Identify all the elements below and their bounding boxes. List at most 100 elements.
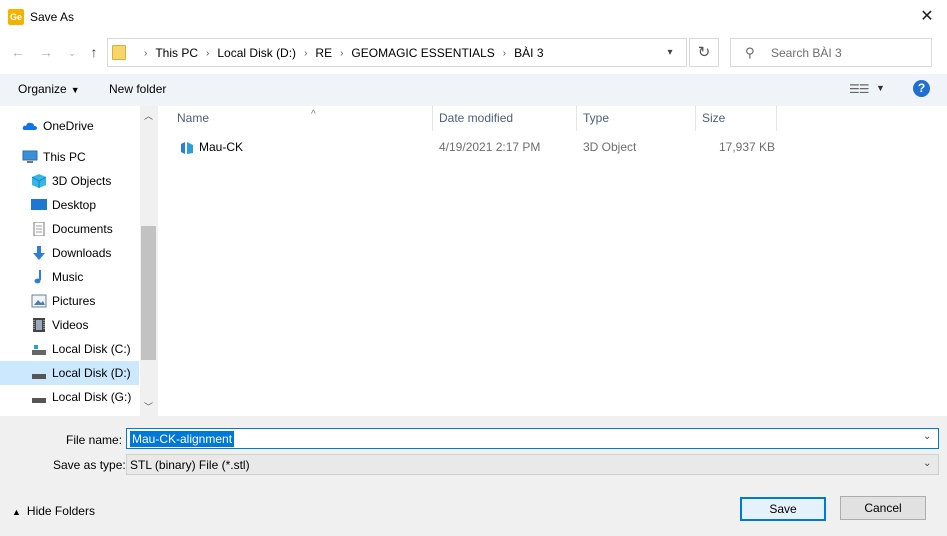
picture-icon — [31, 294, 47, 308]
sidebar-item-label: Videos — [52, 318, 89, 332]
new-folder-button[interactable]: New folder — [109, 82, 166, 96]
chevron-up-icon: ▲ — [12, 507, 21, 517]
scroll-up-icon[interactable]: ︿ — [140, 109, 157, 123]
scrollbar-thumb[interactable] — [141, 226, 156, 360]
column-header-size[interactable]: Size — [696, 106, 777, 131]
chevron-down-icon: ⌄ — [68, 48, 76, 58]
sidebar-item-pictures[interactable]: Pictures — [0, 289, 139, 313]
column-header-type[interactable]: Type — [577, 106, 696, 131]
sidebar-item-downloads[interactable]: Downloads — [0, 241, 139, 265]
chevron-down-icon: ▾ — [667, 47, 673, 58]
sidebar-item-label: OneDrive — [43, 119, 94, 133]
breadcrumb: › This PC › Local Disk (D:) › RE › GEOMA… — [136, 46, 544, 60]
sidebar-item-label: This PC — [43, 150, 86, 164]
chevron-down-icon[interactable]: ⌄ — [923, 431, 931, 442]
sidebar-item-label: Local Disk (G:) — [52, 390, 132, 404]
hide-folders-button[interactable]: ▲ Hide Folders — [12, 504, 95, 518]
forward-button[interactable]: → — [36, 42, 56, 62]
chevron-right-icon[interactable]: › — [503, 48, 506, 59]
column-header-label: Size — [702, 111, 726, 125]
toolbar: Organize ▼ New folder ☰☰ ▼ ? — [0, 74, 947, 106]
sidebar-item-onedrive[interactable]: OneDrive — [0, 114, 139, 138]
save-options-panel: File name: Mau-CK-alignment ⌄ Save as ty… — [0, 416, 947, 536]
breadcrumb-this-pc[interactable]: This PC — [155, 46, 198, 60]
caret-down-icon: ▼ — [70, 85, 80, 95]
sidebar-scrollbar[interactable]: ︿ ﹀ — [140, 106, 157, 416]
sidebar-item-3d-objects[interactable]: 3D Objects — [0, 169, 139, 193]
sidebar-item-local-disk-d[interactable]: Local Disk (D:) — [0, 361, 139, 385]
title-bar: Ge Save As ✕ — [0, 0, 947, 34]
back-button[interactable]: ← — [8, 42, 28, 62]
help-icon[interactable]: ? — [913, 80, 930, 97]
sidebar-item-documents[interactable]: Documents — [0, 217, 139, 241]
breadcrumb-geomagic-essentials[interactable]: GEOMAGIC ESSENTIALS — [351, 46, 494, 60]
drive-icon — [32, 374, 46, 379]
file-list: Name ^ Date modified Type Size Mau-CK 4/… — [157, 106, 947, 416]
cube-icon — [31, 174, 47, 188]
sidebar-item-this-pc[interactable]: This PC — [0, 145, 139, 169]
table-row[interactable]: Mau-CK 4/19/2021 2:17 PM 3D Object 17,93… — [164, 136, 784, 158]
address-bar[interactable]: › This PC › Local Disk (D:) › RE › GEOMA… — [107, 38, 687, 67]
chevron-right-icon[interactable]: › — [206, 48, 209, 59]
video-icon — [33, 318, 45, 332]
sidebar-item-label: Local Disk (C:) — [52, 342, 131, 356]
document-icon — [33, 222, 45, 236]
sort-ascending-icon: ^ — [311, 109, 316, 120]
sidebar-item-label: 3D Objects — [52, 174, 112, 188]
up-button[interactable]: ↑ — [84, 42, 104, 62]
sidebar-item-label: Music — [52, 270, 84, 284]
arrow-up-icon: ↑ — [90, 44, 98, 60]
file-name-field[interactable]: Mau-CK-alignment ⌄ — [126, 428, 939, 449]
recent-locations-button[interactable]: ⌄ — [62, 43, 82, 63]
sidebar-item-label: Downloads — [52, 246, 112, 260]
save-as-type-value: STL (binary) File (*.stl) — [130, 458, 250, 472]
download-icon — [33, 246, 45, 260]
sidebar-item-desktop[interactable]: Desktop — [0, 193, 139, 217]
file-type: 3D Object — [583, 140, 637, 154]
chevron-right-icon[interactable]: › — [340, 48, 343, 59]
file-date: 4/19/2021 2:17 PM — [439, 140, 541, 154]
column-header-label: Name — [177, 111, 210, 125]
arrow-left-icon: ← — [11, 44, 25, 60]
search-box[interactable]: ⚲ Search BÀI 3 — [730, 38, 932, 67]
sidebar-item-videos[interactable]: Videos — [0, 313, 139, 337]
chevron-down-icon[interactable]: ⌄ — [923, 458, 931, 469]
drive-icon — [32, 345, 46, 355]
breadcrumb-bai-3[interactable]: BÀI 3 — [514, 46, 543, 60]
search-input[interactable]: Search BÀI 3 — [771, 46, 842, 60]
app-icon: Ge — [8, 9, 24, 25]
computer-icon — [22, 150, 38, 163]
drive-icon — [32, 398, 46, 403]
save-button[interactable]: Save — [740, 497, 826, 521]
close-icon: ✕ — [920, 8, 934, 25]
refresh-button[interactable]: ↻ — [689, 38, 719, 67]
sidebar-item-label: Pictures — [52, 294, 96, 308]
sidebar-item-local-disk-g[interactable]: Local Disk (G:) — [0, 385, 139, 409]
sidebar-item-local-disk-c[interactable]: Local Disk (C:) — [0, 337, 139, 361]
breadcrumb-re[interactable]: RE — [315, 46, 332, 60]
caret-down-icon[interactable]: ▼ — [876, 83, 885, 93]
file-name-input[interactable]: Mau-CK-alignment — [130, 431, 235, 447]
breadcrumb-local-disk-d[interactable]: Local Disk (D:) — [217, 46, 296, 60]
scroll-down-icon[interactable]: ﹀ — [140, 400, 157, 414]
refresh-icon: ↻ — [697, 44, 711, 61]
sidebar-item-label: Local Disk (D:) — [52, 366, 131, 380]
column-header-date-modified[interactable]: Date modified — [433, 106, 577, 131]
column-header-label: Type — [583, 111, 610, 125]
sidebar-item-label: Documents — [52, 222, 113, 236]
sidebar-item-music[interactable]: Music — [0, 265, 139, 289]
sidebar-item-label: Desktop — [52, 198, 97, 212]
address-dropdown-button[interactable]: ▾ — [662, 45, 678, 61]
3d-object-icon — [181, 142, 193, 154]
save-as-type-select[interactable]: STL (binary) File (*.stl) ⌄ — [126, 454, 939, 475]
view-options-icon[interactable]: ☰☰ — [849, 82, 869, 96]
close-button[interactable]: ✕ — [912, 6, 942, 28]
cancel-button[interactable]: Cancel — [840, 496, 926, 520]
column-header-name[interactable]: Name ^ — [171, 106, 433, 131]
chevron-right-icon[interactable]: › — [304, 48, 307, 59]
file-size: 17,937 KB — [719, 140, 776, 154]
save-as-type-label: Save as type: — [53, 458, 126, 472]
organize-button[interactable]: Organize ▼ — [18, 82, 80, 96]
chevron-right-icon: › — [144, 47, 148, 59]
organize-label: Organize — [18, 82, 67, 96]
